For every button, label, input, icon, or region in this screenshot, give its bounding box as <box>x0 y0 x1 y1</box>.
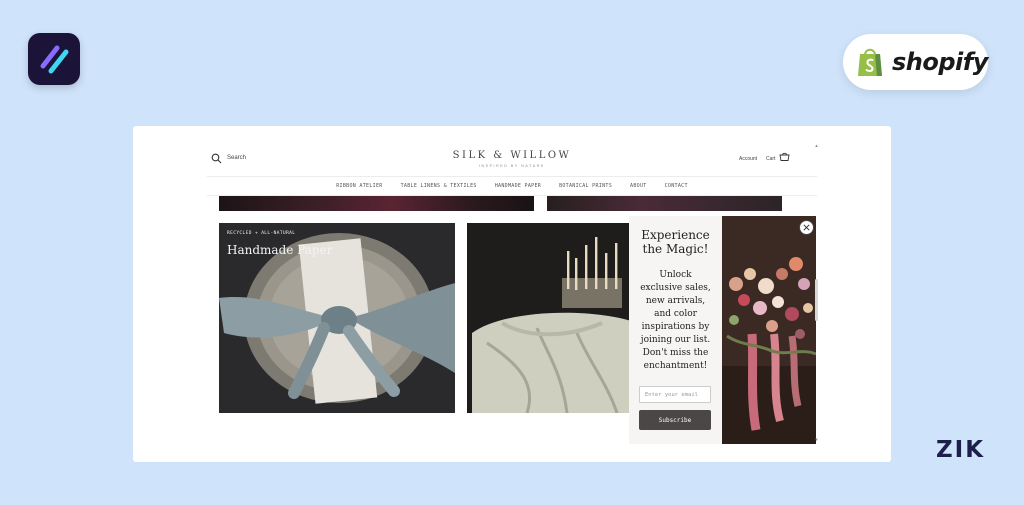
scroll-down-arrow-icon[interactable]: ▾ <box>814 438 819 443</box>
scroll-up-arrow-icon[interactable]: ▴ <box>814 144 819 149</box>
site-header: Search SILK & WILLOW INSPIRED BY NATURE … <box>207 142 817 176</box>
popup-body-line: enchantment! <box>643 361 708 371</box>
tile-eyebrow: RECYCLED + ALL-NATURAL <box>227 231 296 236</box>
cart-link[interactable]: Cart <box>766 156 775 162</box>
popup-body-line: Unlock <box>659 270 692 280</box>
popup-body-line: exclusive sales, <box>640 283 711 293</box>
popup-body: Unlock exclusive sales, new arrivals, an… <box>633 269 718 373</box>
main-nav: RIBBON ATELIER TABLE LINENS & TEXTILES H… <box>207 183 817 189</box>
popup-body-line: Don't miss the <box>642 348 709 358</box>
shopify-wordmark: shopify <box>892 48 988 76</box>
nav-handmade-paper[interactable]: HANDMADE PAPER <box>495 183 541 189</box>
popup-close-button[interactable] <box>799 220 814 235</box>
nav-about[interactable]: ABOUT <box>630 183 647 189</box>
product-image-top-right[interactable] <box>547 196 782 211</box>
site-logo[interactable]: SILK & WILLOW <box>207 150 817 161</box>
product-tile-table-linens[interactable] <box>467 223 637 413</box>
popup-heading-line: the Magic! <box>642 242 709 256</box>
table-linens-photo <box>467 223 637 413</box>
popup-body-line: and color <box>654 309 697 319</box>
nav-botanical-prints[interactable]: BOTANICAL PRINTS <box>559 183 612 189</box>
nav-contact[interactable]: CONTACT <box>665 183 688 189</box>
header-divider <box>207 176 817 177</box>
site-tagline: INSPIRED BY NATURE <box>478 164 545 168</box>
zik-logo: ZIK <box>936 437 986 463</box>
subscribe-button[interactable]: Subscribe <box>639 410 711 430</box>
popup-heading-line: Experience <box>641 228 710 242</box>
scroll-thumb[interactable] <box>815 279 818 321</box>
popup-heading: Experience the Magic! <box>629 228 722 256</box>
popup-form: Experience the Magic! Unlock exclusive s… <box>629 216 722 444</box>
popup-body-line: new arrivals, <box>645 296 706 306</box>
diagonal-stripes-icon <box>40 45 69 74</box>
storefront: Search SILK & WILLOW INSPIRED BY NATURE … <box>207 142 817 446</box>
popup-floral-photo <box>722 216 816 444</box>
floral-arrangement-photo <box>722 216 816 444</box>
shopping-bag-icon <box>858 48 882 76</box>
tile-title[interactable]: Handmade Paper <box>227 243 332 257</box>
nav-ribbon-atelier[interactable]: RIBBON ATELIER <box>336 183 382 189</box>
popup-body-line: joining our list. <box>640 335 711 345</box>
account-link[interactable]: Account <box>739 156 757 162</box>
nav-table-linens[interactable]: TABLE LINENS & TEXTILES <box>401 183 477 189</box>
product-tile-handmade-paper[interactable]: RECYCLED + ALL-NATURAL Handmade Paper <box>219 223 455 413</box>
shopify-badge: shopify <box>843 34 988 90</box>
close-icon <box>803 224 810 231</box>
app-badge <box>28 33 80 85</box>
screenshot-frame: Search SILK & WILLOW INSPIRED BY NATURE … <box>133 126 891 462</box>
cart-icon[interactable] <box>779 152 790 163</box>
page-scrollbar[interactable]: ▴ ▾ <box>814 144 819 444</box>
newsletter-popup: Experience the Magic! Unlock exclusive s… <box>629 216 816 444</box>
popup-body-line: inspirations by <box>641 322 710 332</box>
email-field[interactable] <box>639 386 711 403</box>
product-image-top-left[interactable] <box>219 196 534 211</box>
